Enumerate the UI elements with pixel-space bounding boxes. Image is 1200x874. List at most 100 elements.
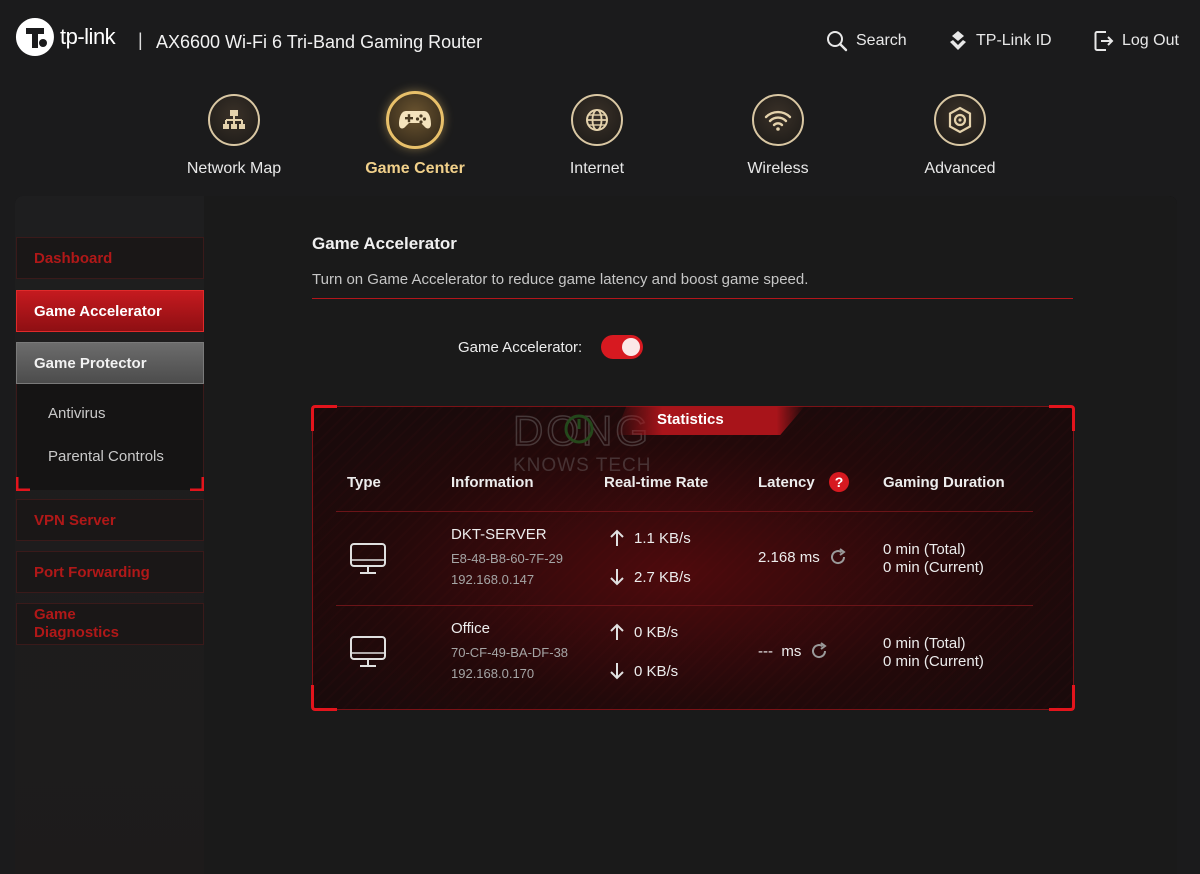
latency-value: --- ms [758,642,802,660]
download-rate: 2.7 KB/s [610,568,691,586]
game-accelerator-toggle-label: Game Accelerator: [458,339,583,356]
col-gaming-duration: Gaming Duration [883,474,1005,491]
download-rate-value: 0 KB/s [634,662,679,680]
sidebar-item-game-protector[interactable]: Game Protector [16,342,204,384]
arrow-up-icon [610,529,624,546]
download-rate: 0 KB/s [610,662,678,680]
upload-rate-value: 1.1 KB/s [634,529,691,547]
nav-network-map[interactable]: Network Map [169,94,299,178]
toggle-knob [622,338,640,356]
nav-wireless[interactable]: Wireless [713,94,843,178]
wifi-icon [764,110,792,131]
nav-game-center-circle [386,91,444,149]
nav-advanced[interactable]: Advanced [895,94,1025,178]
gear-icon [948,106,972,134]
sidebar-item-game-accelerator[interactable]: Game Accelerator [16,290,204,332]
page-title: Game Accelerator [312,234,457,253]
game-protector-submenu: Antivirus Parental Controls [16,384,204,491]
search-icon [827,31,848,52]
sidebar-item-dashboard[interactable]: Dashboard [16,237,204,279]
col-type: Type [347,474,381,491]
sidebar-item-game-diagnostics-label: Game Diagnostics [34,606,120,641]
logout-button[interactable]: Log Out [1094,30,1179,52]
brand-name: tp-link [60,24,116,49]
duration-current: 0 min (Current) [883,559,984,576]
duration-current: 0 min (Current) [883,653,984,670]
arrow-down-icon [610,569,624,586]
title-divider [312,298,1073,299]
panel-corner-bl [311,685,337,711]
nav-internet[interactable]: Internet [532,94,662,178]
computer-icon [350,636,386,667]
sidebar: Dashboard Game Accelerator Game Protecto… [15,196,204,874]
statistics-title: Statistics [657,411,724,428]
panel-corner-tl [311,405,337,431]
sidebar-item-port-forwarding[interactable]: Port Forwarding [16,551,204,593]
main-panel: Game Accelerator Turn on Game Accelerato… [204,196,1177,874]
upload-rate: 1.1 KB/s [610,529,691,547]
nav-wireless-label: Wireless [747,160,809,177]
nav-internet-circle [571,94,623,146]
tplink-logo[interactable]: tp-link [14,16,116,58]
nav-internet-label: Internet [569,160,625,177]
gamepad-icon [399,111,431,129]
device-mac: E8-48-B8-60-7F-29 [451,551,563,566]
latency-value: 2.168 ms [758,548,820,566]
col-information: Information [451,474,534,491]
latency-help-icon[interactable]: ? [829,472,849,492]
refresh-icon[interactable] [809,641,829,661]
submenu-corner-left [16,477,30,491]
nav-network-map-circle [208,94,260,146]
computer-icon [350,543,386,574]
globe-icon [586,109,608,131]
tplink-logo-icon [15,18,54,56]
submenu-corner-right [190,477,204,491]
page-description: Turn on Game Accelerator to reduce game … [312,271,809,288]
sidebar-subitem-antivirus[interactable]: Antivirus [48,405,106,422]
tplink-id-label: TP-Link ID [976,32,1052,49]
nav-network-map-label: Network Map [186,160,282,177]
nav-game-center-label: Game Center [365,160,465,177]
device-name: Office [451,620,490,637]
nav-advanced-label: Advanced [924,160,996,177]
header-divider [336,511,1033,512]
sidebar-subitem-parental-controls[interactable]: Parental Controls [48,448,164,465]
top-header: tp-link | AX6600 Wi-Fi 6 Tri-Band Gaming… [0,0,1200,86]
logout-label: Log Out [1122,32,1179,49]
statistics-panel: DONG KNOWS TECH Statistics Type Informat… [311,405,1075,711]
device-mac: 70-CF-49-BA-DF-38 [451,645,569,660]
device-name: DKT-SERVER [451,526,547,543]
upload-rate-value: 0 KB/s [634,623,679,641]
gaming-duration-cell: 0 min (Total) 0 min (Current) [883,635,984,671]
network-map-icon [223,110,245,129]
sidebar-item-game-diagnostics[interactable]: Game Diagnostics [16,603,204,645]
tplink-id-button[interactable]: TP-Link ID [948,30,1052,52]
nav-advanced-circle [934,94,986,146]
row-divider [336,605,1033,606]
product-title: AX6600 Wi-Fi 6 Tri-Band Gaming Router [156,32,483,52]
logout-icon [1094,31,1114,51]
duration-total: 0 min (Total) [883,635,966,652]
sidebar-item-vpn-server[interactable]: VPN Server [16,499,204,541]
panel-corner-tr [1049,405,1075,431]
nav-game-center[interactable]: Game Center [350,91,480,178]
gaming-duration-cell: 0 min (Total) 0 min (Current) [883,541,984,577]
game-accelerator-toggle[interactable] [601,335,643,359]
arrow-down-icon [610,663,624,680]
download-rate-value: 2.7 KB/s [634,568,691,586]
col-latency: Latency [758,474,815,491]
arrow-up-icon [610,623,624,640]
col-realtime-rate: Real-time Rate [604,474,709,491]
search-label: Search [856,32,907,49]
content-frame: Dashboard Game Accelerator Game Protecto… [15,196,1177,874]
device-ip: 192.168.0.170 [451,666,535,681]
latency-cell: 2.168 ms [758,547,848,567]
search-button[interactable]: Search [826,30,907,52]
latency-cell: --- ms [758,641,829,661]
duration-total: 0 min (Total) [883,541,966,558]
watermark-text-bottom: KNOWS TECH [513,455,651,476]
title-separator: | [138,30,143,50]
upload-rate: 0 KB/s [610,623,678,641]
refresh-icon[interactable] [828,547,848,567]
tplink-id-icon [950,31,966,50]
